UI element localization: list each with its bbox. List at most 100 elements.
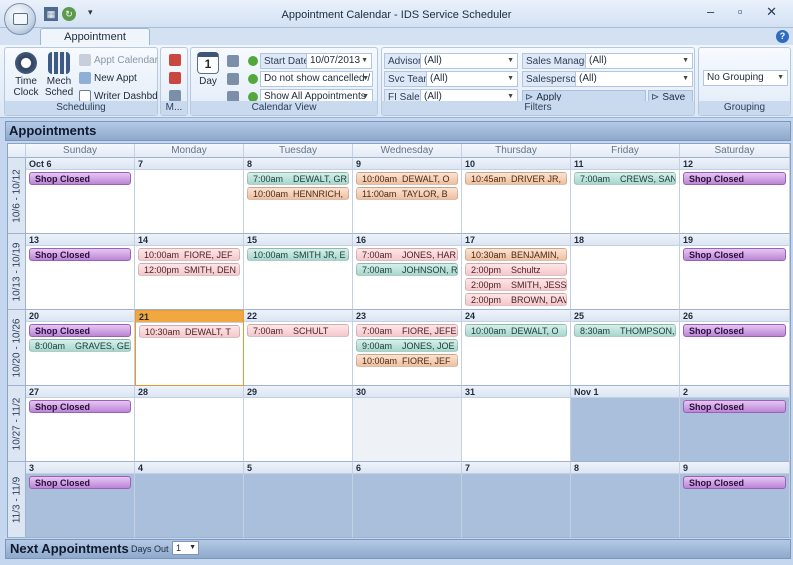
day-cell[interactable]: 17 10:30am BENJAMIN, 2:00pm Schultz 2:00pm SMI… <box>462 234 571 310</box>
day-number: 11 <box>571 158 679 170</box>
day-cell[interactable]: 5 <box>244 462 353 538</box>
shop-closed-badge[interactable]: Shop Closed <box>29 324 131 337</box>
day-cell[interactable]: 8 7:00am DEWALT, GR 10:00am HENNRICH, <box>244 158 353 234</box>
shop-closed-badge[interactable]: Shop Closed <box>29 172 131 185</box>
day-cell[interactable]: 21 10:30am DEWALT, T <box>135 310 244 386</box>
week-view-icon[interactable] <box>227 55 239 67</box>
day-cell[interactable]: 10 10:45am DRIVER JR, <box>462 158 571 234</box>
appointment-item[interactable]: 10:30am BENJAMIN, <box>465 248 567 261</box>
day-cell[interactable]: 31 <box>462 386 571 462</box>
appointment-item[interactable]: 12:00pm SMITH, DEN <box>138 263 240 276</box>
appointment-item[interactable]: 11:00am TAYLOR, B <box>356 187 458 200</box>
appointment-item[interactable]: 7:00am CREWS, SAN <box>574 172 676 185</box>
svc-team-dropdown[interactable]: (All) ▼ <box>426 71 518 87</box>
appointment-item[interactable]: 7:00am JOHNSON, RI <box>356 263 458 276</box>
application-menu-button[interactable] <box>4 3 36 35</box>
day-cell[interactable]: 6 <box>353 462 462 538</box>
window-controls[interactable]: – ▫ ✕ <box>707 4 787 20</box>
appointment-item[interactable]: 9:00am JONES, JOE <box>356 339 458 352</box>
day-cell[interactable]: 12 Shop Closed <box>680 158 790 234</box>
day-cell[interactable]: Oct 6 Shop Closed <box>26 158 135 234</box>
shop-closed-badge[interactable]: Shop Closed <box>683 400 786 413</box>
day-cell[interactable]: 3 Shop Closed <box>26 462 135 538</box>
appointment-item[interactable]: 10:45am DRIVER JR, <box>465 172 567 185</box>
appointment-item[interactable]: 8:30am THOMPSON, <box>574 324 676 337</box>
day-cell[interactable]: Nov 1 <box>571 386 680 462</box>
day-cell[interactable]: 18 <box>571 234 680 310</box>
shop-closed-badge[interactable]: Shop Closed <box>29 476 131 489</box>
day-cell[interactable]: 19 Shop Closed <box>680 234 790 310</box>
appointment-customer: THOMPSON, <box>620 326 675 336</box>
day-cell[interactable]: 11 7:00am CREWS, SAN <box>571 158 680 234</box>
start-date-field[interactable]: 10/07/2013 ▼ <box>306 53 372 69</box>
days-out-dropdown[interactable]: 1 ▼ <box>172 541 199 555</box>
day-cell[interactable]: 8 <box>571 462 680 538</box>
shop-closed-badge[interactable]: Shop Closed <box>29 248 131 261</box>
shop-closed-badge[interactable]: Shop Closed <box>29 400 131 413</box>
shop-closed-badge[interactable]: Shop Closed <box>683 324 786 337</box>
shop-closed-badge[interactable]: Shop Closed <box>683 172 786 185</box>
calendar-red-icon[interactable] <box>169 54 181 66</box>
salesperson-dropdown[interactable]: (All) ▼ <box>575 71 693 87</box>
day-cell[interactable]: 14 10:00am FIORE, JEF 12:00pm SMITH, DEN <box>135 234 244 310</box>
workweek-view-icon[interactable] <box>227 73 239 85</box>
time-clock-button[interactable]: Time Clock <box>11 52 41 98</box>
day-cell[interactable]: 13 Shop Closed <box>26 234 135 310</box>
day-cell[interactable]: 7 <box>135 158 244 234</box>
week-label[interactable]: 10/6 - 10/12 <box>8 158 26 234</box>
appointment-item[interactable]: 7:00am DEWALT, GR <box>247 172 349 185</box>
day-cell[interactable]: 30 <box>353 386 462 462</box>
appointment-item[interactable]: 2:00pm BROWN, DAV <box>465 293 567 306</box>
appt-calendar-label: Appt Calendar <box>94 54 158 66</box>
help-icon[interactable]: ? <box>776 30 789 43</box>
appointment-item[interactable]: 10:00am DEWALT, O <box>356 172 458 185</box>
day-cell[interactable]: 4 <box>135 462 244 538</box>
new-appt-button[interactable]: New Appt <box>79 71 137 85</box>
appt-calendar-button[interactable]: Appt Calendar <box>79 53 158 67</box>
appointment-item[interactable]: 10:30am DEWALT, T <box>139 325 240 338</box>
day-view-button[interactable]: 1 Day <box>195 52 221 87</box>
appointment-item[interactable]: 7:00am JONES, HAR <box>356 248 458 261</box>
sales-manager-dropdown[interactable]: (All) ▼ <box>585 53 693 69</box>
appointment-item[interactable]: 10:00am SMITH JR, E <box>247 248 349 261</box>
week-label[interactable]: 10/27 - 11/2 <box>8 386 26 462</box>
day-cell[interactable]: 7 <box>462 462 571 538</box>
appointment-time: 7:00am <box>253 326 284 336</box>
day-cell[interactable]: 22 7:00am SCHULT <box>244 310 353 386</box>
day-cell[interactable]: 9 10:00am DEWALT, O 11:00am TAYLOR, B <box>353 158 462 234</box>
mech-sched-button[interactable]: Mech Sched <box>43 52 75 98</box>
day-cell[interactable]: 15 10:00am SMITH JR, E <box>244 234 353 310</box>
appointment-item[interactable]: 7:00am SCHULT <box>247 324 349 337</box>
day-cell[interactable]: 29 <box>244 386 353 462</box>
day-cell[interactable]: 26 Shop Closed <box>680 310 790 386</box>
day-cell[interactable]: 27 Shop Closed <box>26 386 135 462</box>
week-label[interactable]: 10/20 - 10/26 <box>8 310 26 386</box>
appointment-item[interactable]: 10:00am HENNRICH, <box>247 187 349 200</box>
week-label[interactable]: 10/13 - 10/19 <box>8 234 26 310</box>
appointment-item[interactable]: 8:00am GRAVES, GE <box>29 339 131 352</box>
calendar-red-icon-2[interactable] <box>169 72 181 84</box>
day-cell[interactable]: 25 8:30am THOMPSON, <box>571 310 680 386</box>
appointment-item[interactable]: 7:00am FIORE, JEFE <box>356 324 458 337</box>
day-cell[interactable]: 9 Shop Closed <box>680 462 790 538</box>
grouping-dropdown[interactable]: No Grouping ▼ <box>703 70 788 86</box>
shop-closed-badge[interactable]: Shop Closed <box>683 476 786 489</box>
appointment-item[interactable]: 10:00am FIORE, JEF <box>356 354 458 367</box>
tab-appointment-calendar[interactable]: Appointment Calendar <box>40 28 150 60</box>
day-cell[interactable]: 20 Shop Closed 8:00am GRAVES, GE <box>26 310 135 386</box>
day-cell[interactable]: 23 7:00am FIORE, JEFE 9:00am JONES, JOE 10:00… <box>353 310 462 386</box>
appointment-item[interactable]: 2:00pm SMITH, JESS <box>465 278 567 291</box>
appointment-time: 7:00am <box>362 250 393 260</box>
week-range-text: 10/13 - 10/19 <box>11 242 22 301</box>
day-cell[interactable]: 24 10:00am DEWALT, O <box>462 310 571 386</box>
day-cell[interactable]: 28 <box>135 386 244 462</box>
shop-closed-badge[interactable]: Shop Closed <box>683 248 786 261</box>
appointment-item[interactable]: 10:00am FIORE, JEF <box>138 248 240 261</box>
appointment-item[interactable]: 10:00am DEWALT, O <box>465 324 567 337</box>
week-label[interactable]: 11/3 - 11/9 <box>8 462 26 538</box>
advisor-dropdown[interactable]: (All) ▼ <box>420 53 518 69</box>
cancelled-filter-dropdown[interactable]: Do not show cancelled / ▼ <box>260 71 373 87</box>
day-cell[interactable]: 2 Shop Closed <box>680 386 790 462</box>
appointment-item[interactable]: 2:00pm Schultz <box>465 263 567 276</box>
day-cell[interactable]: 16 7:00am JONES, HAR 7:00am JOHNSON, RI <box>353 234 462 310</box>
